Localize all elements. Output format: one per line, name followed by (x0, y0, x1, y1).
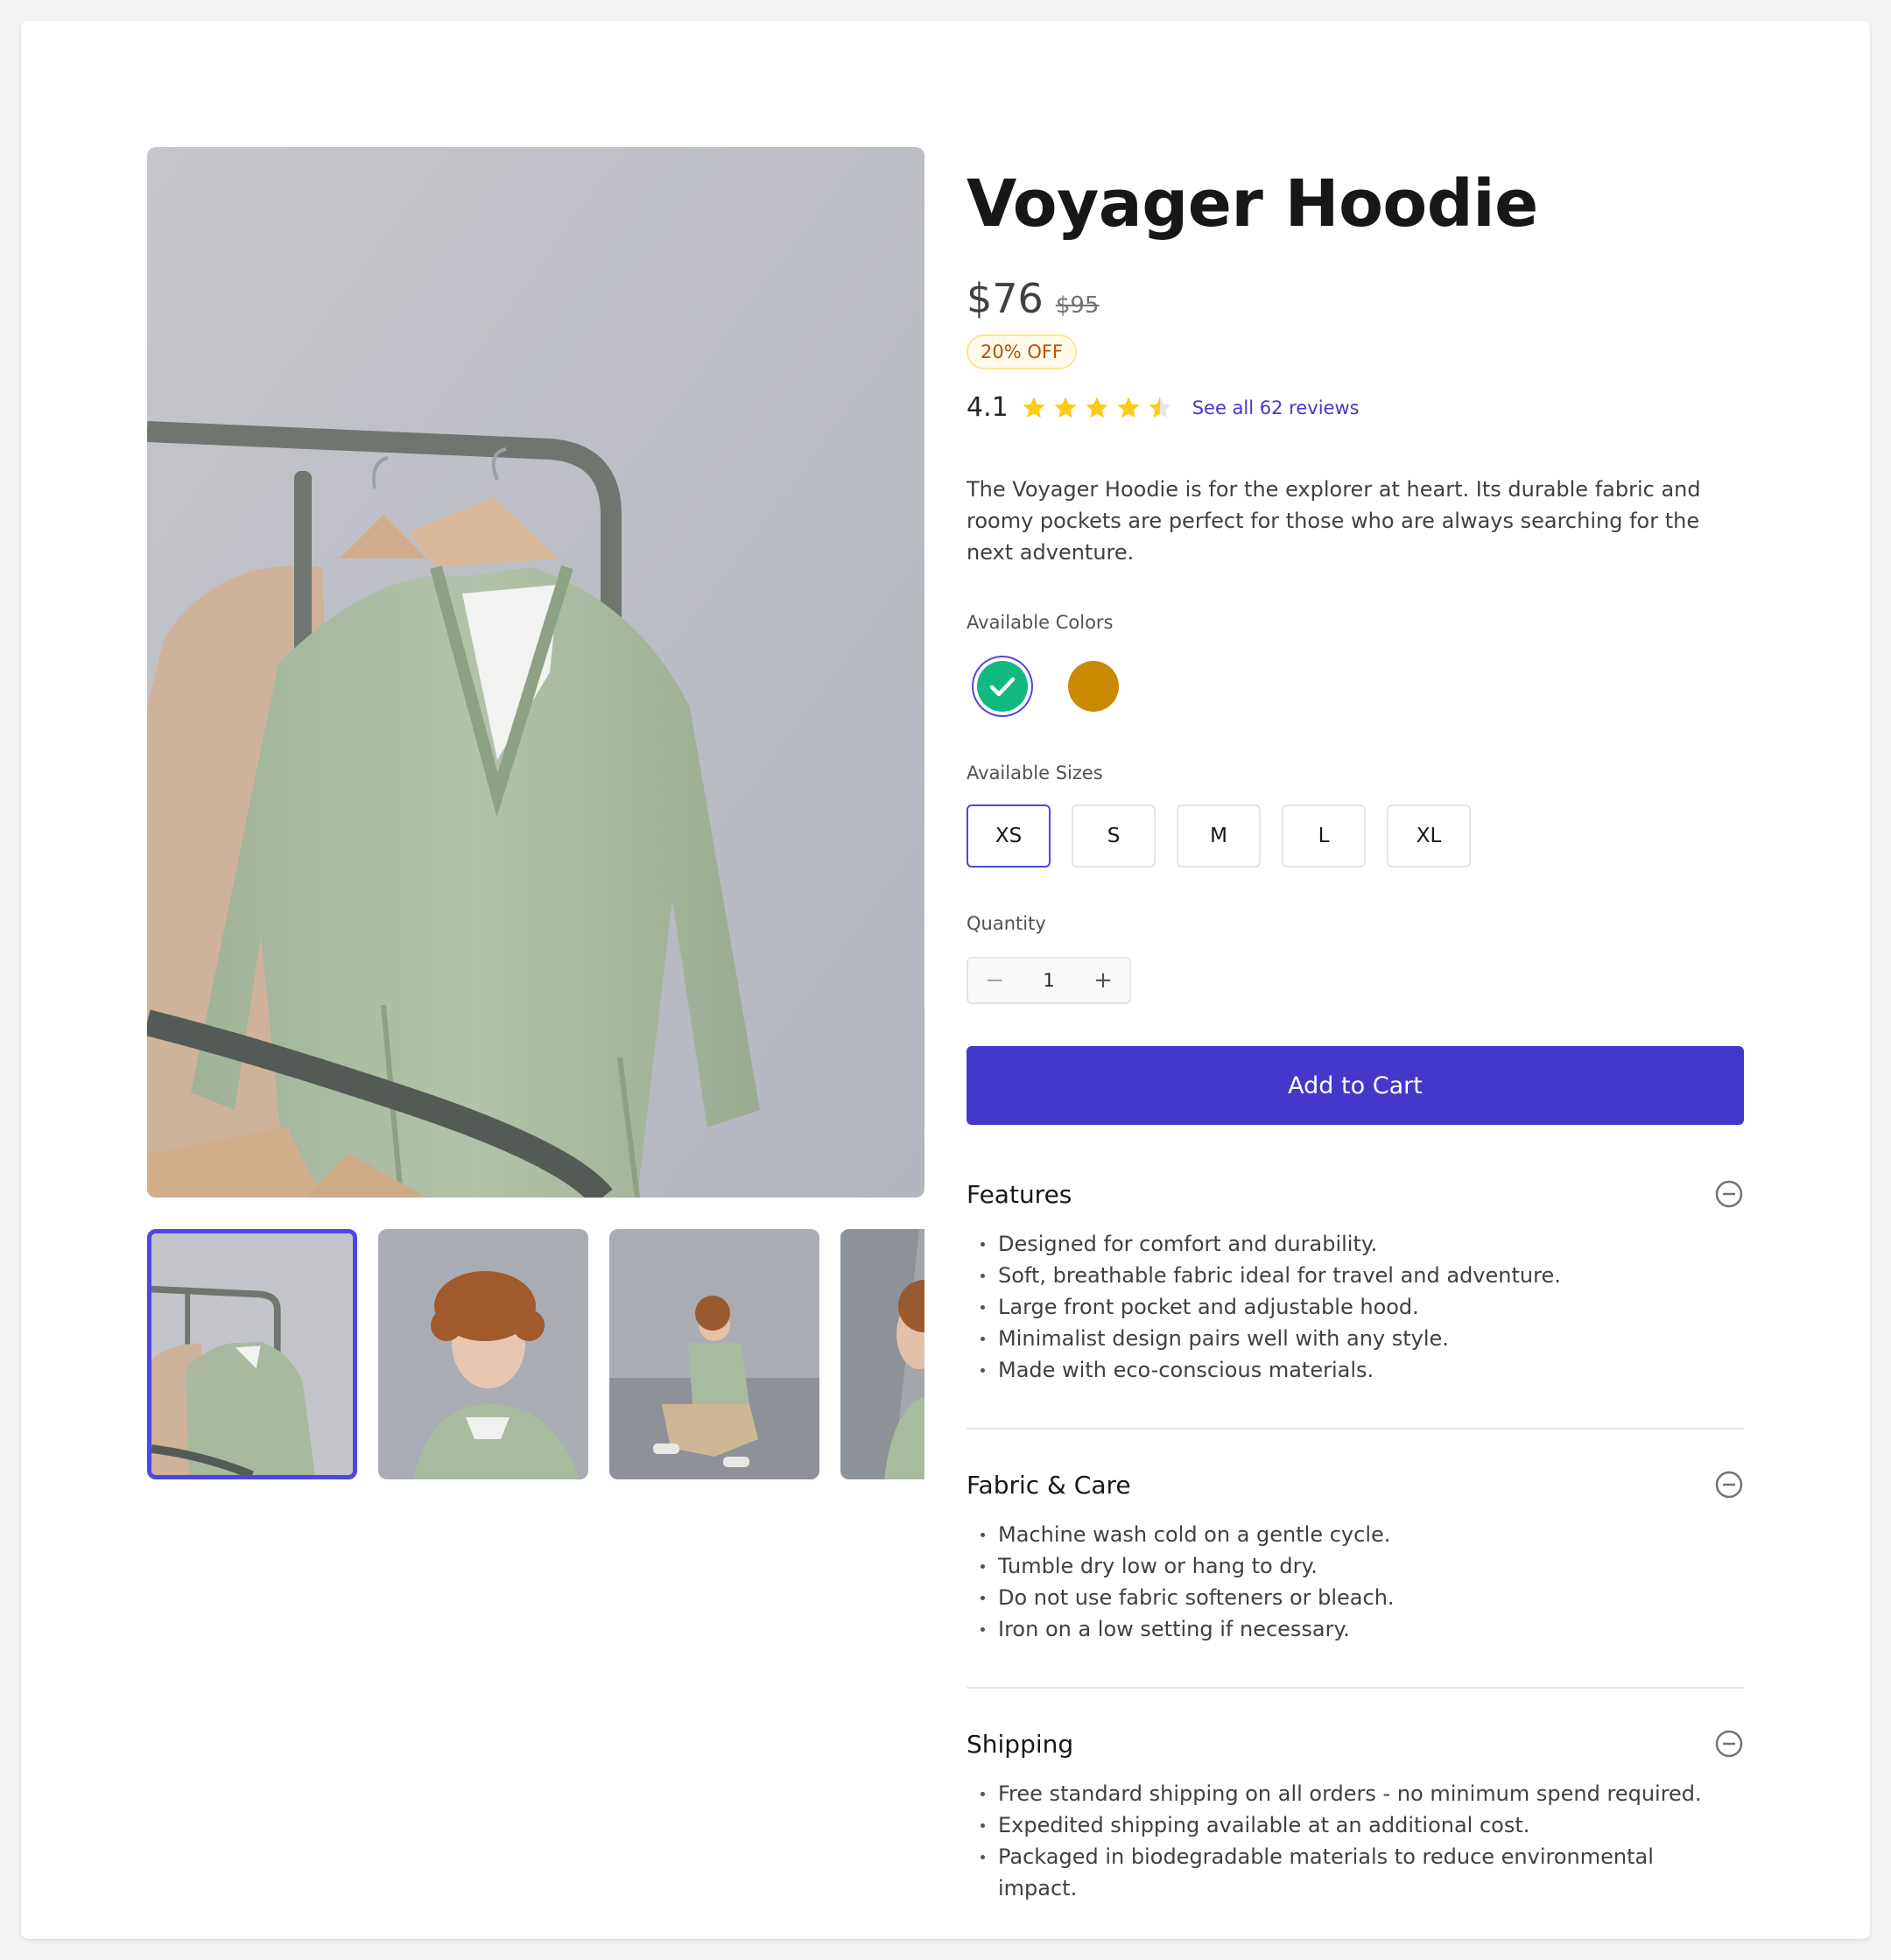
thumbnail-strip (147, 1229, 924, 1479)
list-item: Packaged in biodegradable materials to r… (981, 1841, 1663, 1904)
features-header[interactable]: Features (967, 1179, 1744, 1209)
size-option-m[interactable]: M (1177, 804, 1261, 868)
list-item: Machine wash cold on a gentle cycle. (981, 1519, 1744, 1550)
price-row: $76 $95 (967, 275, 1744, 322)
thumbnail-model-profile[interactable] (840, 1229, 924, 1479)
shipping-section: Shipping Free standard shipping on all o… (967, 1729, 1744, 1946)
quantity-value[interactable]: 1 (1043, 970, 1054, 991)
star-icon (1086, 397, 1108, 418)
thumbnail-model-seated[interactable] (609, 1229, 819, 1479)
main-product-image (147, 147, 924, 1198)
collapse-circle-icon[interactable] (1714, 1470, 1744, 1500)
list-item: Large front pocket and adjustable hood. (981, 1291, 1744, 1323)
quantity-stepper: − 1 + (967, 957, 1131, 1004)
product-details: Voyager Hoodie $76 $95 20% OFF 4.1 See a… (967, 147, 1744, 1946)
list-item: Soft, breathable fabric ideal for travel… (981, 1260, 1744, 1291)
list-item: Minimalist design pairs well with any st… (981, 1323, 1744, 1354)
add-to-cart-button[interactable]: Add to Cart (967, 1046, 1744, 1125)
star-rating (1021, 395, 1173, 421)
sizes-label: Available Sizes (967, 762, 1103, 783)
collapse-circle-icon[interactable] (1714, 1729, 1744, 1759)
section-title: Features (967, 1179, 1072, 1209)
thumbnail-model-portrait[interactable] (378, 1229, 588, 1479)
features-section: Features Designed for comfort and durabi… (967, 1179, 1744, 1430)
product-card: Voyager Hoodie $76 $95 20% OFF 4.1 See a… (21, 21, 1870, 1939)
color-options (977, 661, 1744, 712)
list-item: Free standard shipping on all orders - n… (981, 1778, 1744, 1809)
list-item: Tumble dry low or hang to dry. (981, 1550, 1744, 1582)
color-swatch-amber[interactable] (1068, 661, 1119, 712)
list-item: Expedited shipping available at an addit… (981, 1809, 1744, 1841)
shipping-list: Free standard shipping on all orders - n… (967, 1778, 1744, 1904)
size-options: XS S M L XL (967, 804, 1744, 868)
rating-row: 4.1 See all 62 reviews (967, 392, 1744, 423)
sale-price: $76 (967, 275, 1044, 322)
thumbnail-hoodie-on-rack[interactable] (147, 1229, 357, 1479)
features-list: Designed for comfort and durability. Sof… (967, 1228, 1744, 1386)
quantity-label: Quantity (967, 913, 1046, 934)
size-option-s[interactable]: S (1072, 804, 1156, 868)
list-item: Do not use fabric softeners or bleach. (981, 1582, 1744, 1613)
discount-badge: 20% OFF (967, 334, 1078, 369)
see-all-reviews-link[interactable]: See all 62 reviews (1192, 397, 1360, 418)
original-price: $95 (1055, 292, 1100, 319)
section-title: Shipping (967, 1729, 1074, 1759)
fabric-care-list: Machine wash cold on a gentle cycle. Tum… (967, 1519, 1744, 1645)
list-item: Iron on a low setting if necessary. (981, 1613, 1744, 1645)
half-star-icon (1149, 397, 1171, 418)
size-option-xl[interactable]: XL (1387, 804, 1471, 868)
shipping-header[interactable]: Shipping (967, 1729, 1744, 1759)
check-icon (989, 677, 1016, 697)
colors-label: Available Colors (967, 612, 1114, 633)
list-item: Made with eco-conscious materials. (981, 1354, 1744, 1386)
fabric-care-section: Fabric & Care Machine wash cold on a gen… (967, 1470, 1744, 1689)
product-gallery (147, 147, 924, 1479)
minus-icon[interactable]: − (984, 967, 1005, 994)
product-description: The Voyager Hoodie is for the explorer a… (967, 477, 1701, 565)
star-icon (1054, 397, 1077, 418)
collapse-circle-icon[interactable] (1714, 1179, 1744, 1209)
fabric-care-header[interactable]: Fabric & Care (967, 1470, 1744, 1500)
color-swatch-green[interactable] (977, 661, 1028, 712)
size-option-l[interactable]: L (1282, 804, 1366, 868)
size-option-xs[interactable]: XS (967, 804, 1051, 868)
rating-value: 4.1 (967, 392, 1009, 423)
star-icon (1023, 397, 1045, 418)
list-item: Designed for comfort and durability. (981, 1228, 1744, 1260)
plus-icon[interactable]: + (1093, 967, 1114, 994)
product-title: Voyager Hoodie (967, 166, 1538, 242)
star-icon (1117, 397, 1140, 418)
section-title: Fabric & Care (967, 1470, 1131, 1500)
